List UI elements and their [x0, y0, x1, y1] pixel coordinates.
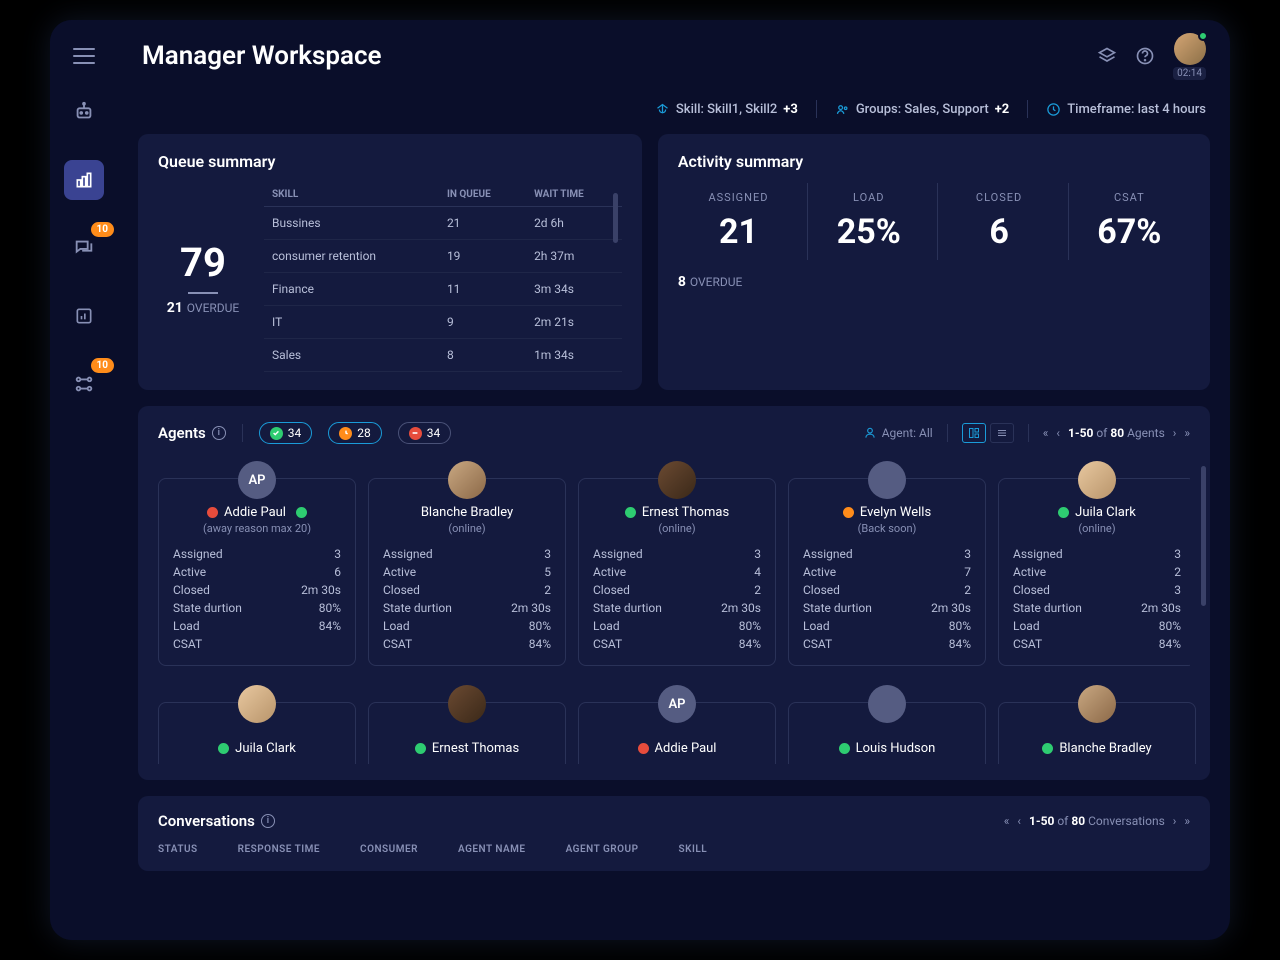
status-pill-offline[interactable]: 34	[398, 422, 452, 444]
filter-skill[interactable]: Skill: Skill1, Skill2 +3	[655, 100, 798, 118]
conversations-columns: STATUS RESPONSE TIME CONSUMER AGENT NAME AGE…	[158, 844, 1190, 855]
queue-row[interactable]: Finance113m 34s	[264, 273, 622, 306]
status-pill-away[interactable]: 28	[328, 422, 382, 444]
filter-bar: Skill: Skill1, Skill2 +3 Groups: Sales, …	[118, 92, 1230, 134]
agent-card[interactable]: Louis Hudson	[788, 702, 986, 764]
agent-card[interactable]: AP Addie Paul (away reason max 20) Assig…	[158, 478, 356, 666]
pager-prev[interactable]: ‹	[1056, 426, 1060, 440]
pager-last[interactable]: »	[1184, 426, 1190, 440]
nav-report-icon[interactable]	[64, 296, 104, 336]
queue-title: Queue summary	[158, 152, 622, 171]
queue-scrollbar[interactable]	[613, 193, 618, 243]
queue-total: 79	[180, 239, 226, 286]
column-header[interactable]: AGENT NAME	[458, 844, 526, 855]
layers-icon[interactable]	[1097, 46, 1117, 66]
activity-cell: CLOSED6	[937, 183, 1059, 260]
activity-cell: LOAD25%	[807, 183, 929, 260]
column-header[interactable]: AGENT GROUP	[566, 844, 639, 855]
queue-table: SKILL IN QUEUE WAIT TIME Bussines212d 6h…	[264, 183, 622, 372]
queue-summary-panel: Queue summary 79 21OVERDUE SKILL IN QUE	[138, 134, 642, 390]
topbar-right: 02:14	[1097, 33, 1206, 80]
topbar: Manager Workspace 02:14	[118, 20, 1230, 92]
nav-analytics-icon[interactable]	[64, 160, 104, 200]
conversations-panel: Conversationsi « ‹ 1-50 of 80 Conversati…	[138, 796, 1210, 871]
user-avatar[interactable]: 02:14	[1173, 33, 1206, 80]
column-header[interactable]: STATUS	[158, 844, 198, 855]
conversations-title: Conversationsi	[158, 812, 275, 830]
agent-card[interactable]: Blanche Bradley (online) Assigned3 Activ…	[368, 478, 566, 666]
info-icon[interactable]: i	[212, 426, 226, 440]
agents-panel: Agentsi 34 28 34 Agent: All	[138, 406, 1210, 780]
menu-icon[interactable]	[73, 48, 95, 64]
sidebar: 10 10	[50, 20, 118, 940]
status-pill-online[interactable]: 34	[259, 422, 313, 444]
activity-title: Activity summary	[678, 152, 1190, 171]
column-header[interactable]: CONSUMER	[360, 844, 418, 855]
info-icon[interactable]: i	[261, 814, 275, 828]
agents-title: Agentsi	[158, 424, 226, 442]
agents-scrollbar[interactable]	[1201, 466, 1206, 606]
help-icon[interactable]	[1135, 46, 1155, 66]
nav-chat-icon[interactable]: 10	[64, 228, 104, 268]
session-timer: 02:14	[1173, 67, 1206, 80]
pager-next[interactable]: ›	[1173, 426, 1177, 440]
activity-cell: ASSIGNED21	[678, 183, 799, 260]
app-frame: 10 10 Manager Workspace 02:14 S	[50, 20, 1230, 940]
agent-card[interactable]: Blanche Bradley	[998, 702, 1196, 764]
agent-filter[interactable]: Agent: All	[863, 426, 933, 440]
queue-row[interactable]: Bussines212d 6h	[264, 207, 622, 240]
view-list-button[interactable]	[990, 423, 1014, 443]
activity-overdue: 8OVERDUE	[678, 274, 1190, 290]
agent-card[interactable]: Evelyn Wells (Back soon) Assigned3 Activ…	[788, 478, 986, 666]
agent-card[interactable]: AP Addie Paul	[578, 702, 776, 764]
agent-card[interactable]: Juila Clark (online) Assigned3 Active2 C…	[998, 478, 1190, 666]
queue-row[interactable]: IT92m 21s	[264, 306, 622, 339]
filter-groups[interactable]: Groups: Sales, Support +2	[835, 100, 1009, 118]
nav-flow-icon[interactable]: 10	[64, 364, 104, 404]
queue-row[interactable]: Sales81m 34s	[264, 339, 622, 372]
pager-last[interactable]: »	[1184, 814, 1190, 828]
agent-card[interactable]: Ernest Thomas	[368, 702, 566, 764]
content: Queue summary 79 21OVERDUE SKILL IN QUE	[118, 134, 1230, 940]
column-header[interactable]: RESPONSE TIME	[238, 844, 320, 855]
activity-cell: CSAT67%	[1068, 183, 1190, 260]
pager-first[interactable]: «	[1004, 814, 1010, 828]
agent-card[interactable]: Ernest Thomas (online) Assigned3 Active4…	[578, 478, 776, 666]
pager-first[interactable]: «	[1043, 426, 1049, 440]
nav-chat-badge: 10	[91, 222, 114, 237]
pager-next[interactable]: ›	[1173, 814, 1177, 828]
nav-flow-badge: 10	[91, 358, 114, 373]
activity-summary-panel: Activity summary ASSIGNED21LOAD25%CLOSED…	[658, 134, 1210, 390]
nav-bot-icon[interactable]	[64, 92, 104, 132]
filter-timeframe[interactable]: Timeframe: last 4 hours	[1046, 100, 1206, 118]
pager-prev[interactable]: ‹	[1017, 814, 1021, 828]
view-grid-button[interactable]	[962, 423, 986, 443]
conversations-pager: « ‹ 1-50 of 80 Conversations › »	[1004, 814, 1190, 828]
presence-dot	[1198, 31, 1208, 41]
queue-overdue: 21OVERDUE	[167, 300, 240, 316]
column-header[interactable]: SKILL	[679, 844, 708, 855]
agents-pager: « ‹ 1-50 of 80 Agents › »	[1043, 426, 1190, 440]
agent-card[interactable]: Juila Clark	[158, 702, 356, 764]
queue-row[interactable]: consumer retention192h 37m	[264, 240, 622, 273]
page-title: Manager Workspace	[142, 41, 382, 71]
main: Manager Workspace 02:14 Skill: Skill1, S…	[118, 20, 1230, 940]
